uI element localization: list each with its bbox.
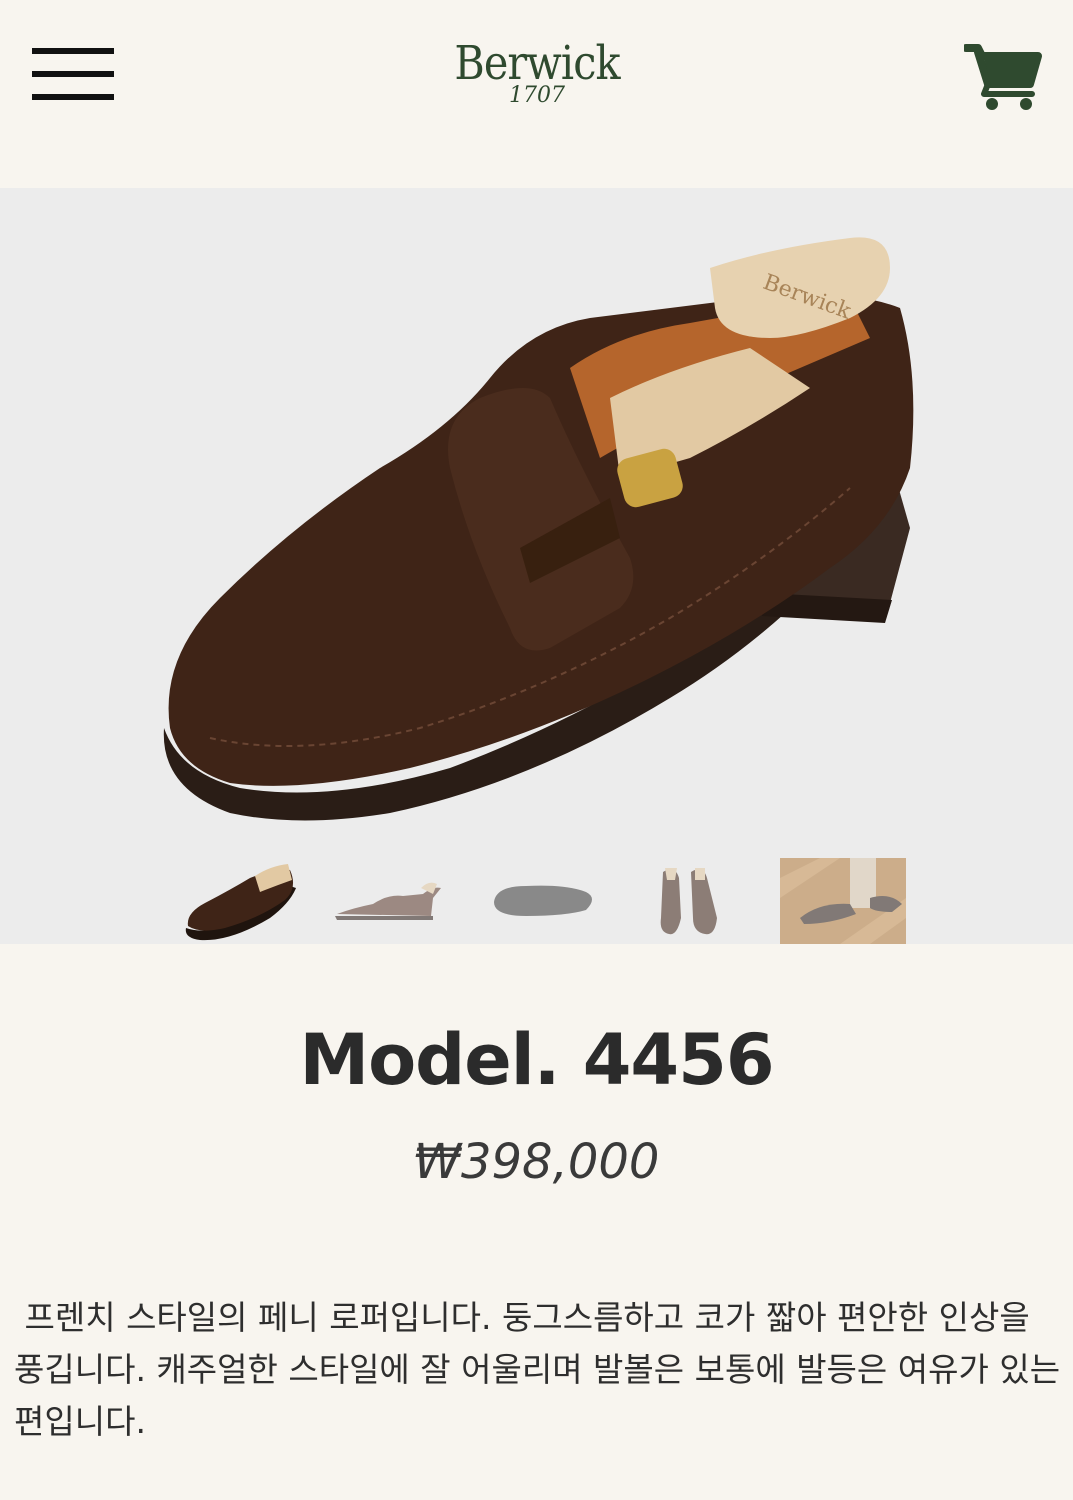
menu-bar: [32, 71, 114, 77]
shopping-cart-icon[interactable]: [962, 42, 1042, 112]
product-title: Model. 4456: [299, 1019, 774, 1101]
main-product-image[interactable]: Berwick: [150, 228, 930, 828]
thumbnail-worn-lifestyle[interactable]: [780, 858, 906, 944]
header: Berwick 1707: [0, 0, 1073, 188]
brand-logo[interactable]: Berwick 1707: [437, 36, 637, 126]
thumbnail-angle-view[interactable]: [180, 858, 308, 944]
hamburger-menu-icon[interactable]: [32, 46, 114, 104]
thumbnail-strip: [0, 858, 1073, 944]
thumbnail-sole-view[interactable]: [486, 858, 614, 944]
menu-bar: [32, 94, 114, 100]
thumbnail-pair-top-view[interactable]: [625, 858, 753, 944]
menu-bar: [32, 48, 114, 54]
product-gallery: Berwick: [0, 188, 1073, 944]
product-description: 프렌치 스타일의 페니 로퍼입니다. 둥그스름하고 코가 짧아 편안한 인상을 …: [14, 1298, 1071, 1441]
logo-name: Berwick: [454, 36, 620, 91]
product-price: ₩398,000: [413, 1134, 660, 1190]
thumbnail-side-view[interactable]: [333, 858, 461, 944]
